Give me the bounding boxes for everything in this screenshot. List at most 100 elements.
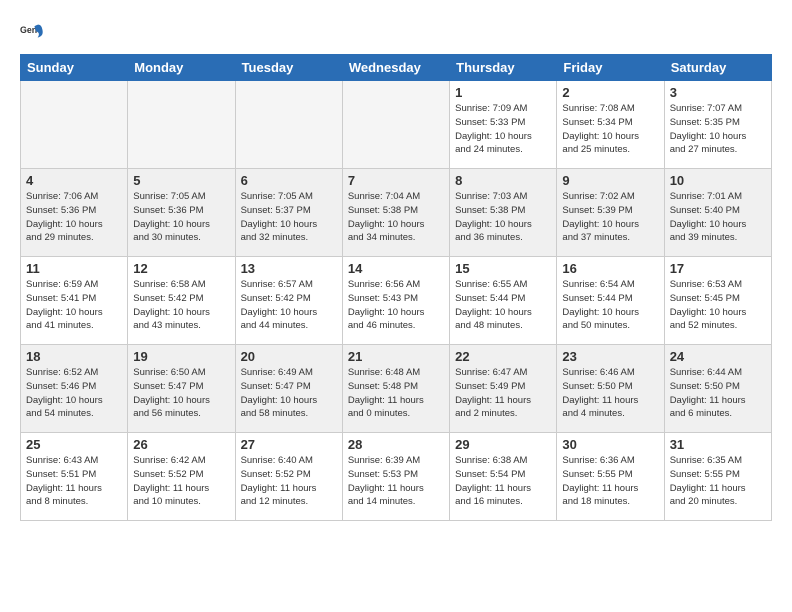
day-number: 5 bbox=[133, 173, 229, 188]
day-info: Sunrise: 6:55 AM Sunset: 5:44 PM Dayligh… bbox=[455, 278, 551, 333]
day-info: Sunrise: 6:43 AM Sunset: 5:51 PM Dayligh… bbox=[26, 454, 122, 509]
calendar-cell: 23 Sunrise: 6:46 AM Sunset: 5:50 PM Dayli… bbox=[557, 345, 664, 433]
day-number: 2 bbox=[562, 85, 658, 100]
day-number: 1 bbox=[455, 85, 551, 100]
day-number: 28 bbox=[348, 437, 444, 452]
weekday-header-row: SundayMondayTuesdayWednesdayThursdayFrid… bbox=[21, 55, 772, 81]
day-info: Sunrise: 7:05 AM Sunset: 5:37 PM Dayligh… bbox=[241, 190, 337, 245]
day-number: 29 bbox=[455, 437, 551, 452]
calendar-cell: 22 Sunrise: 6:47 AM Sunset: 5:49 PM Dayli… bbox=[450, 345, 557, 433]
day-info: Sunrise: 7:08 AM Sunset: 5:34 PM Dayligh… bbox=[562, 102, 658, 157]
day-info: Sunrise: 7:07 AM Sunset: 5:35 PM Dayligh… bbox=[670, 102, 766, 157]
day-number: 23 bbox=[562, 349, 658, 364]
calendar-cell: 15 Sunrise: 6:55 AM Sunset: 5:44 PM Dayli… bbox=[450, 257, 557, 345]
day-info: Sunrise: 6:46 AM Sunset: 5:50 PM Dayligh… bbox=[562, 366, 658, 421]
day-info: Sunrise: 6:53 AM Sunset: 5:45 PM Dayligh… bbox=[670, 278, 766, 333]
day-info: Sunrise: 6:54 AM Sunset: 5:44 PM Dayligh… bbox=[562, 278, 658, 333]
day-info: Sunrise: 6:39 AM Sunset: 5:53 PM Dayligh… bbox=[348, 454, 444, 509]
logo: Gen bbox=[20, 20, 48, 44]
calendar-cell: 31 Sunrise: 6:35 AM Sunset: 5:55 PM Dayli… bbox=[664, 433, 771, 521]
day-number: 22 bbox=[455, 349, 551, 364]
day-info: Sunrise: 6:42 AM Sunset: 5:52 PM Dayligh… bbox=[133, 454, 229, 509]
calendar-cell: 12 Sunrise: 6:58 AM Sunset: 5:42 PM Dayli… bbox=[128, 257, 235, 345]
day-number: 31 bbox=[670, 437, 766, 452]
calendar-cell: 26 Sunrise: 6:42 AM Sunset: 5:52 PM Dayli… bbox=[128, 433, 235, 521]
calendar-cell: 7 Sunrise: 7:04 AM Sunset: 5:38 PM Daylig… bbox=[342, 169, 449, 257]
day-number: 14 bbox=[348, 261, 444, 276]
calendar-cell bbox=[21, 81, 128, 169]
day-info: Sunrise: 6:58 AM Sunset: 5:42 PM Dayligh… bbox=[133, 278, 229, 333]
day-info: Sunrise: 6:50 AM Sunset: 5:47 PM Dayligh… bbox=[133, 366, 229, 421]
weekday-header-tuesday: Tuesday bbox=[235, 55, 342, 81]
calendar-week-row: 11 Sunrise: 6:59 AM Sunset: 5:41 PM Dayli… bbox=[21, 257, 772, 345]
calendar-cell: 19Sunrise: 6:50 AM Sunset: 5:47 PM Dayli… bbox=[128, 345, 235, 433]
day-info: Sunrise: 6:56 AM Sunset: 5:43 PM Dayligh… bbox=[348, 278, 444, 333]
day-number: 10 bbox=[670, 173, 766, 188]
day-number: 26 bbox=[133, 437, 229, 452]
calendar-cell: 29 Sunrise: 6:38 AM Sunset: 5:54 PM Dayli… bbox=[450, 433, 557, 521]
day-info: Sunrise: 6:57 AM Sunset: 5:42 PM Dayligh… bbox=[241, 278, 337, 333]
calendar-week-row: 18 Sunrise: 6:52 AM Sunset: 5:46 PM Dayli… bbox=[21, 345, 772, 433]
calendar-cell: 27 Sunrise: 6:40 AM Sunset: 5:52 PM Dayli… bbox=[235, 433, 342, 521]
day-info: Sunrise: 6:52 AM Sunset: 5:46 PM Dayligh… bbox=[26, 366, 122, 421]
day-number: 20 bbox=[241, 349, 337, 364]
day-info: Sunrise: 6:36 AM Sunset: 5:55 PM Dayligh… bbox=[562, 454, 658, 509]
day-number: 6 bbox=[241, 173, 337, 188]
day-number: 4 bbox=[26, 173, 122, 188]
calendar-cell: 3 Sunrise: 7:07 AM Sunset: 5:35 PM Daylig… bbox=[664, 81, 771, 169]
calendar-cell: 18 Sunrise: 6:52 AM Sunset: 5:46 PM Dayli… bbox=[21, 345, 128, 433]
day-info: Sunrise: 6:40 AM Sunset: 5:52 PM Dayligh… bbox=[241, 454, 337, 509]
calendar-cell: 17 Sunrise: 6:53 AM Sunset: 5:45 PM Dayli… bbox=[664, 257, 771, 345]
calendar-cell: 25 Sunrise: 6:43 AM Sunset: 5:51 PM Dayli… bbox=[21, 433, 128, 521]
calendar-cell: 6 Sunrise: 7:05 AM Sunset: 5:37 PM Daylig… bbox=[235, 169, 342, 257]
day-number: 21 bbox=[348, 349, 444, 364]
day-number: 12 bbox=[133, 261, 229, 276]
day-info: Sunrise: 6:59 AM Sunset: 5:41 PM Dayligh… bbox=[26, 278, 122, 333]
day-info: Sunrise: 7:01 AM Sunset: 5:40 PM Dayligh… bbox=[670, 190, 766, 245]
calendar-cell: 11 Sunrise: 6:59 AM Sunset: 5:41 PM Dayli… bbox=[21, 257, 128, 345]
calendar-cell: 8 Sunrise: 7:03 AM Sunset: 5:38 PM Daylig… bbox=[450, 169, 557, 257]
day-number: 9 bbox=[562, 173, 658, 188]
calendar-cell bbox=[342, 81, 449, 169]
day-number: 30 bbox=[562, 437, 658, 452]
day-info: Sunrise: 7:05 AM Sunset: 5:36 PM Dayligh… bbox=[133, 190, 229, 245]
day-info: Sunrise: 7:04 AM Sunset: 5:38 PM Dayligh… bbox=[348, 190, 444, 245]
page-header: Gen bbox=[20, 20, 772, 44]
day-info: Sunrise: 6:44 AM Sunset: 5:50 PM Dayligh… bbox=[670, 366, 766, 421]
calendar-cell: 13Sunrise: 6:57 AM Sunset: 5:42 PM Dayli… bbox=[235, 257, 342, 345]
calendar-cell: 30 Sunrise: 6:36 AM Sunset: 5:55 PM Dayli… bbox=[557, 433, 664, 521]
day-number: 15 bbox=[455, 261, 551, 276]
weekday-header-wednesday: Wednesday bbox=[342, 55, 449, 81]
calendar-cell bbox=[235, 81, 342, 169]
day-number: 25 bbox=[26, 437, 122, 452]
day-info: Sunrise: 7:03 AM Sunset: 5:38 PM Dayligh… bbox=[455, 190, 551, 245]
calendar-cell: 5 Sunrise: 7:05 AM Sunset: 5:36 PM Daylig… bbox=[128, 169, 235, 257]
calendar-cell: 4Sunrise: 7:06 AM Sunset: 5:36 PM Daylig… bbox=[21, 169, 128, 257]
day-number: 3 bbox=[670, 85, 766, 100]
day-number: 18 bbox=[26, 349, 122, 364]
calendar-cell: 21 Sunrise: 6:48 AM Sunset: 5:48 PM Dayli… bbox=[342, 345, 449, 433]
calendar-week-row: 25 Sunrise: 6:43 AM Sunset: 5:51 PM Dayli… bbox=[21, 433, 772, 521]
day-number: 8 bbox=[455, 173, 551, 188]
calendar-cell: 20Sunrise: 6:49 AM Sunset: 5:47 PM Dayli… bbox=[235, 345, 342, 433]
calendar-cell: 24Sunrise: 6:44 AM Sunset: 5:50 PM Dayli… bbox=[664, 345, 771, 433]
calendar-cell: 9 Sunrise: 7:02 AM Sunset: 5:39 PM Daylig… bbox=[557, 169, 664, 257]
day-info: Sunrise: 7:09 AM Sunset: 5:33 PM Dayligh… bbox=[455, 102, 551, 157]
day-number: 27 bbox=[241, 437, 337, 452]
day-number: 16 bbox=[562, 261, 658, 276]
day-info: Sunrise: 6:35 AM Sunset: 5:55 PM Dayligh… bbox=[670, 454, 766, 509]
day-info: Sunrise: 7:02 AM Sunset: 5:39 PM Dayligh… bbox=[562, 190, 658, 245]
calendar-cell: 28 Sunrise: 6:39 AM Sunset: 5:53 PM Dayli… bbox=[342, 433, 449, 521]
calendar-cell: 1 Sunrise: 7:09 AM Sunset: 5:33 PM Daylig… bbox=[450, 81, 557, 169]
calendar-week-row: 4Sunrise: 7:06 AM Sunset: 5:36 PM Daylig… bbox=[21, 169, 772, 257]
day-number: 17 bbox=[670, 261, 766, 276]
weekday-header-monday: Monday bbox=[128, 55, 235, 81]
calendar-table: SundayMondayTuesdayWednesdayThursdayFrid… bbox=[20, 54, 772, 521]
day-info: Sunrise: 6:38 AM Sunset: 5:54 PM Dayligh… bbox=[455, 454, 551, 509]
day-number: 11 bbox=[26, 261, 122, 276]
calendar-cell: 10 Sunrise: 7:01 AM Sunset: 5:40 PM Dayli… bbox=[664, 169, 771, 257]
day-number: 7 bbox=[348, 173, 444, 188]
day-info: Sunrise: 6:47 AM Sunset: 5:49 PM Dayligh… bbox=[455, 366, 551, 421]
logo-icon: Gen bbox=[20, 20, 44, 44]
day-info: Sunrise: 6:48 AM Sunset: 5:48 PM Dayligh… bbox=[348, 366, 444, 421]
